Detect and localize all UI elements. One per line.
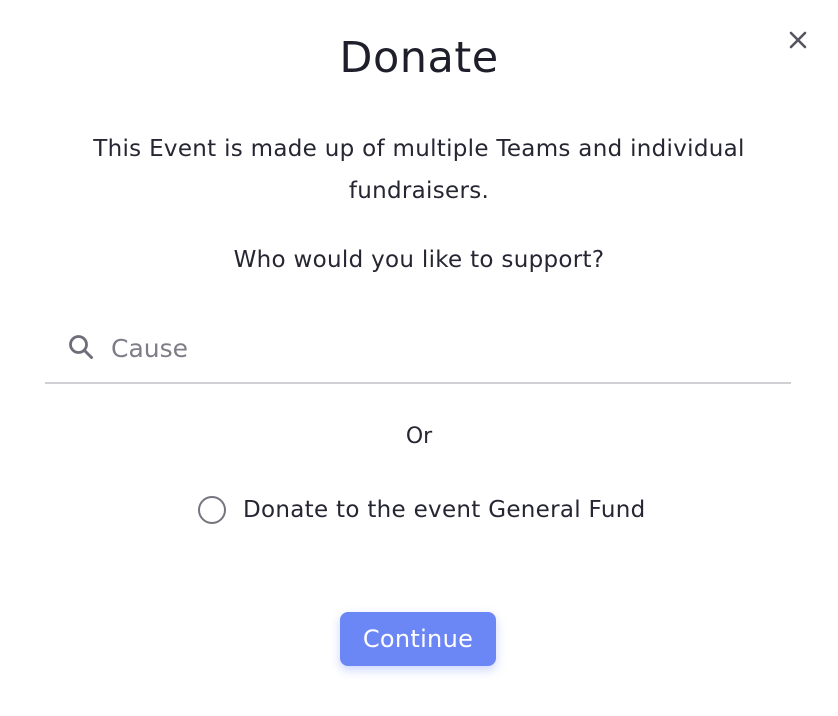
support-question: Who would you like to support? xyxy=(233,247,605,273)
cause-search-field[interactable] xyxy=(45,314,791,384)
cause-search-input[interactable] xyxy=(111,326,771,370)
general-fund-label: Donate to the event General Fund xyxy=(243,497,646,523)
continue-button[interactable]: Continue xyxy=(340,612,496,666)
donate-modal: Donate This Event is made up of multiple… xyxy=(0,0,838,716)
or-separator: Or xyxy=(405,424,433,449)
general-fund-option[interactable]: Donate to the event General Fund xyxy=(198,490,646,530)
modal-title: Donate xyxy=(339,33,499,83)
general-fund-radio[interactable] xyxy=(198,496,226,524)
search-icon xyxy=(69,335,93,359)
intro-text: This Event is made up of multiple Teams … xyxy=(93,136,745,204)
